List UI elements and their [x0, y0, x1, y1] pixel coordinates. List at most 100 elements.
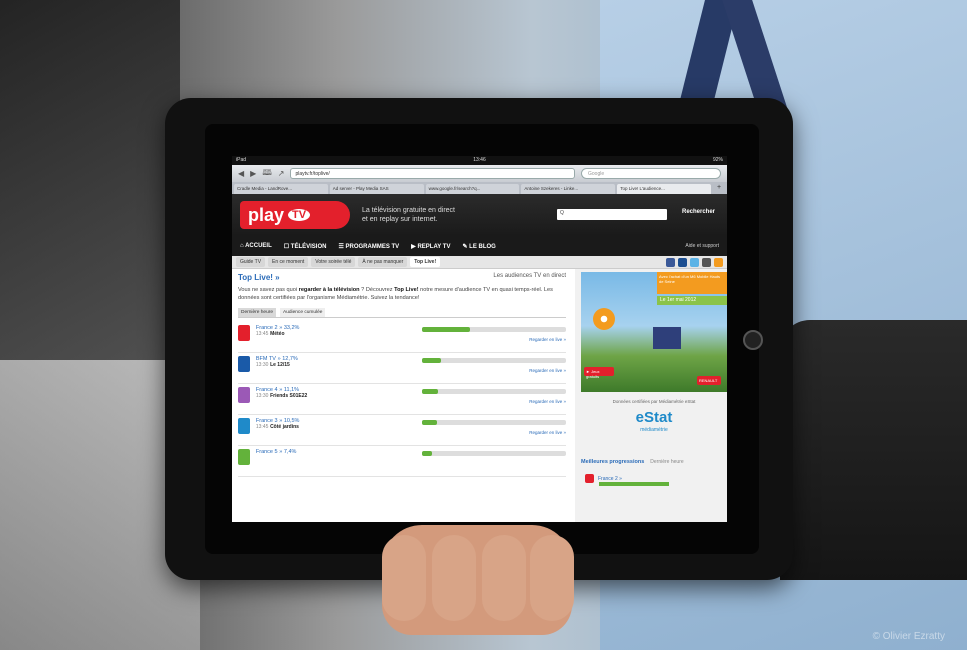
best-progress-tab[interactable]: Dernière heure [650, 459, 683, 465]
audience-tabs: Dernière heure Audience cumulée [238, 308, 566, 318]
bookmarks-icon[interactable]: 🕮 [262, 167, 271, 181]
playtv-logo[interactable]: play TV [240, 201, 350, 229]
home-button[interactable] [743, 330, 763, 350]
tab-audience-cumulee[interactable]: Audience cumulée [280, 308, 326, 317]
best-channel-name: France 2 » [598, 475, 622, 482]
logo-play-text: play [248, 204, 285, 225]
background-dark-area [0, 0, 180, 360]
facebook-icon[interactable] [666, 257, 675, 267]
audience-bar-fill [422, 389, 439, 394]
share-icon[interactable]: ↗ [278, 169, 285, 178]
intro-text: Vous ne savez pas quoi regarder à la tél… [238, 286, 566, 302]
subtab-votre-soiree[interactable]: Votre soirée télé [311, 257, 356, 267]
forward-icon[interactable]: ▶ [250, 169, 256, 178]
watch-live-link[interactable]: Regarder en live » [422, 399, 566, 404]
best-progress-bar [599, 482, 669, 486]
sidebar: Avec l'achat d'un M6 Mobile Hauts de Sei… [575, 269, 727, 522]
new-tab-button[interactable]: + [713, 184, 725, 194]
channel-row[interactable]: France 4 » 11,1% 13:30 Friends S01E22 Re… [238, 384, 566, 415]
page-title[interactable]: Top Live! » [238, 273, 280, 282]
tablet-screen: iPad 13:46 92% ◀ ▶ 🕮 ↗ playtv.fr/toplive… [232, 156, 727, 522]
audience-bar-fill [422, 327, 470, 332]
tab-derniere-heure[interactable]: Dernière heure [238, 308, 276, 317]
channel-name[interactable]: France 5 [256, 449, 278, 455]
rss-icon[interactable] [714, 257, 723, 267]
browser-tab-active[interactable]: Top Live! L'audience... [617, 184, 711, 194]
twitter-icon[interactable] [690, 257, 699, 267]
channel-info: BFM TV » 12,7% 13:30 Le 12/15 [256, 356, 405, 368]
facebook-share-icon[interactable] [678, 257, 687, 267]
nav-item-accueil[interactable]: ⌂ ACCUEIL [240, 243, 272, 249]
audience-bar-wrap: Regarder en live » [422, 325, 566, 342]
mobile-icon[interactable] [702, 257, 711, 267]
ad-date: Le 1er mai 2012 [657, 296, 727, 305]
audience-bar [422, 451, 566, 456]
carrier-label: iPad [236, 157, 247, 163]
channel-info: France 2 » 33,2% 13:45 Météo [256, 325, 405, 337]
program-title: Côté jardins [270, 424, 299, 430]
audience-bar [422, 358, 566, 363]
finger [530, 535, 574, 621]
ad-banner-text: Avec l'achat d'un M6 Mobile Hauts de Sei… [657, 272, 727, 294]
jacket-sleeve [780, 320, 967, 580]
channel-info: France 3 » 10,5% 13:45 Côté jardins [256, 418, 405, 430]
estat-caption: Données certifiées par Médiamétrie eStat [612, 399, 696, 404]
subtab-top-live[interactable]: Top Live! [410, 257, 441, 267]
tablet-device: iPad 13:46 92% ◀ ▶ 🕮 ↗ playtv.fr/toplive… [165, 98, 793, 580]
site-nav: ⌂ ACCUEIL ☐ TÉLÉVISION ☰ PROGRAMMES TV ▶… [232, 236, 727, 256]
finger [382, 535, 426, 621]
watch-live-link[interactable]: Regarder en live » [422, 430, 566, 435]
intro-part: Vous ne savez pas quoi [238, 287, 299, 293]
back-icon[interactable]: ◀ [238, 169, 244, 178]
site-tagline: La télévision gratuite en direct et en r… [362, 206, 455, 224]
browser-tab[interactable]: Antoine Szekeres - Linke... [521, 184, 616, 194]
nav-item-replay[interactable]: ▶ REPLAY TV [411, 243, 450, 250]
best-progress-header: Meilleures progressions Dernière heure [581, 459, 684, 465]
audience-bar-wrap: Regarder en live » [422, 356, 566, 373]
browser-search-field[interactable]: Google [581, 168, 721, 179]
watch-live-link[interactable]: Regarder en live » [422, 337, 566, 342]
nav-item-blog[interactable]: ✎ LE BLOG [462, 243, 495, 250]
site-search-input[interactable] [557, 209, 667, 220]
audience-bar [422, 327, 566, 332]
address-bar[interactable]: playtv.fr/toplive/ [290, 168, 575, 179]
social-icons [666, 257, 723, 267]
help-link[interactable]: Aide et support [685, 243, 719, 249]
program-time: 13:30 [255, 393, 269, 399]
nav-item-television[interactable]: ☐ TÉLÉVISION [284, 243, 327, 250]
subtab-guide-tv[interactable]: Guide TV [236, 257, 266, 267]
browser-tab[interactable]: www.google.fr/search?q... [425, 184, 520, 194]
channel-row[interactable]: France 5 » 7,4% [238, 446, 566, 477]
safari-toolbar: ◀ ▶ 🕮 ↗ playtv.fr/toplive/ Google [232, 165, 727, 182]
program-time: 13:45 [255, 424, 269, 430]
channel-logo-icon [238, 356, 250, 372]
intro-part: ? Découvrez [359, 287, 395, 293]
subtab-a-ne-pas-manquer[interactable]: À ne pas manquer [358, 257, 408, 267]
watch-live-link[interactable]: Regarder en live » [422, 368, 566, 373]
audience-bar [422, 420, 566, 425]
main-content: Top Live! » Les audiences TV en direct V… [232, 269, 572, 522]
channel-row[interactable]: France 3 » 10,5% 13:45 Côté jardins Rega… [238, 415, 566, 446]
program-line: 13:45 Côté jardins [256, 424, 405, 430]
photo-watermark: © Olivier Ezratty [872, 631, 945, 642]
best-progress-row[interactable]: France 2 » [585, 474, 669, 486]
audience-bar-wrap: Regarder en live » [422, 387, 566, 404]
channel-row[interactable]: France 2 » 33,2% 13:45 Météo Regarder en… [238, 322, 566, 353]
advertisement[interactable]: Avec l'achat d'un M6 Mobile Hauts de Sei… [581, 272, 727, 392]
channel-row[interactable]: BFM TV » 12,7% 13:30 Le 12/15 Regarder e… [238, 353, 566, 384]
channel-line: France 5 » 7,4% [256, 449, 405, 455]
audience-bar-fill [422, 451, 433, 456]
channel-logo-icon [238, 449, 250, 465]
ios-status-bar: iPad 13:46 92% [232, 156, 727, 165]
nav-item-programmes[interactable]: ☰ PROGRAMMES TV [338, 243, 399, 250]
search-button[interactable]: Rechercher [682, 209, 715, 215]
browser-tab[interactable]: Ad server - Play Media SAS [329, 184, 424, 194]
battery-level: 92% [712, 157, 723, 163]
intro-bold: Top Live! [394, 287, 419, 293]
ad-cta-button[interactable]: ► Jeux gratuits [584, 367, 614, 379]
audience-bar-fill [422, 358, 442, 363]
photo-background: iPad 13:46 92% ◀ ▶ 🕮 ↗ playtv.fr/toplive… [0, 0, 967, 650]
subtab-en-ce-moment[interactable]: En ce moment [268, 257, 309, 267]
browser-tab[interactable]: Cradle Media - LandRove... [234, 184, 328, 194]
channel-logo-icon [238, 325, 250, 341]
